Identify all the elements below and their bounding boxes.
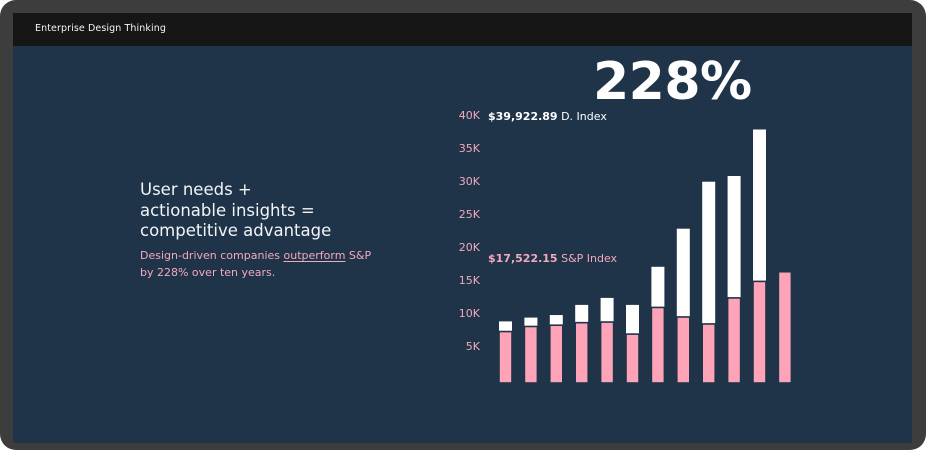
bar-sp-index — [675, 316, 691, 384]
bar-sp-index — [625, 333, 640, 384]
bar-sp-index — [548, 324, 564, 384]
bar-sp-index — [777, 270, 793, 384]
bar-chart — [498, 129, 793, 384]
bar-sp-index — [701, 323, 717, 384]
bar-sp-index — [599, 321, 615, 384]
bar-sp-index — [498, 330, 513, 384]
bar-sp-index — [650, 306, 666, 384]
bar-sp-index — [752, 280, 767, 384]
bar-sp-index — [574, 321, 590, 384]
bar-sp-index — [523, 325, 539, 384]
bar-sp-index — [726, 297, 742, 384]
